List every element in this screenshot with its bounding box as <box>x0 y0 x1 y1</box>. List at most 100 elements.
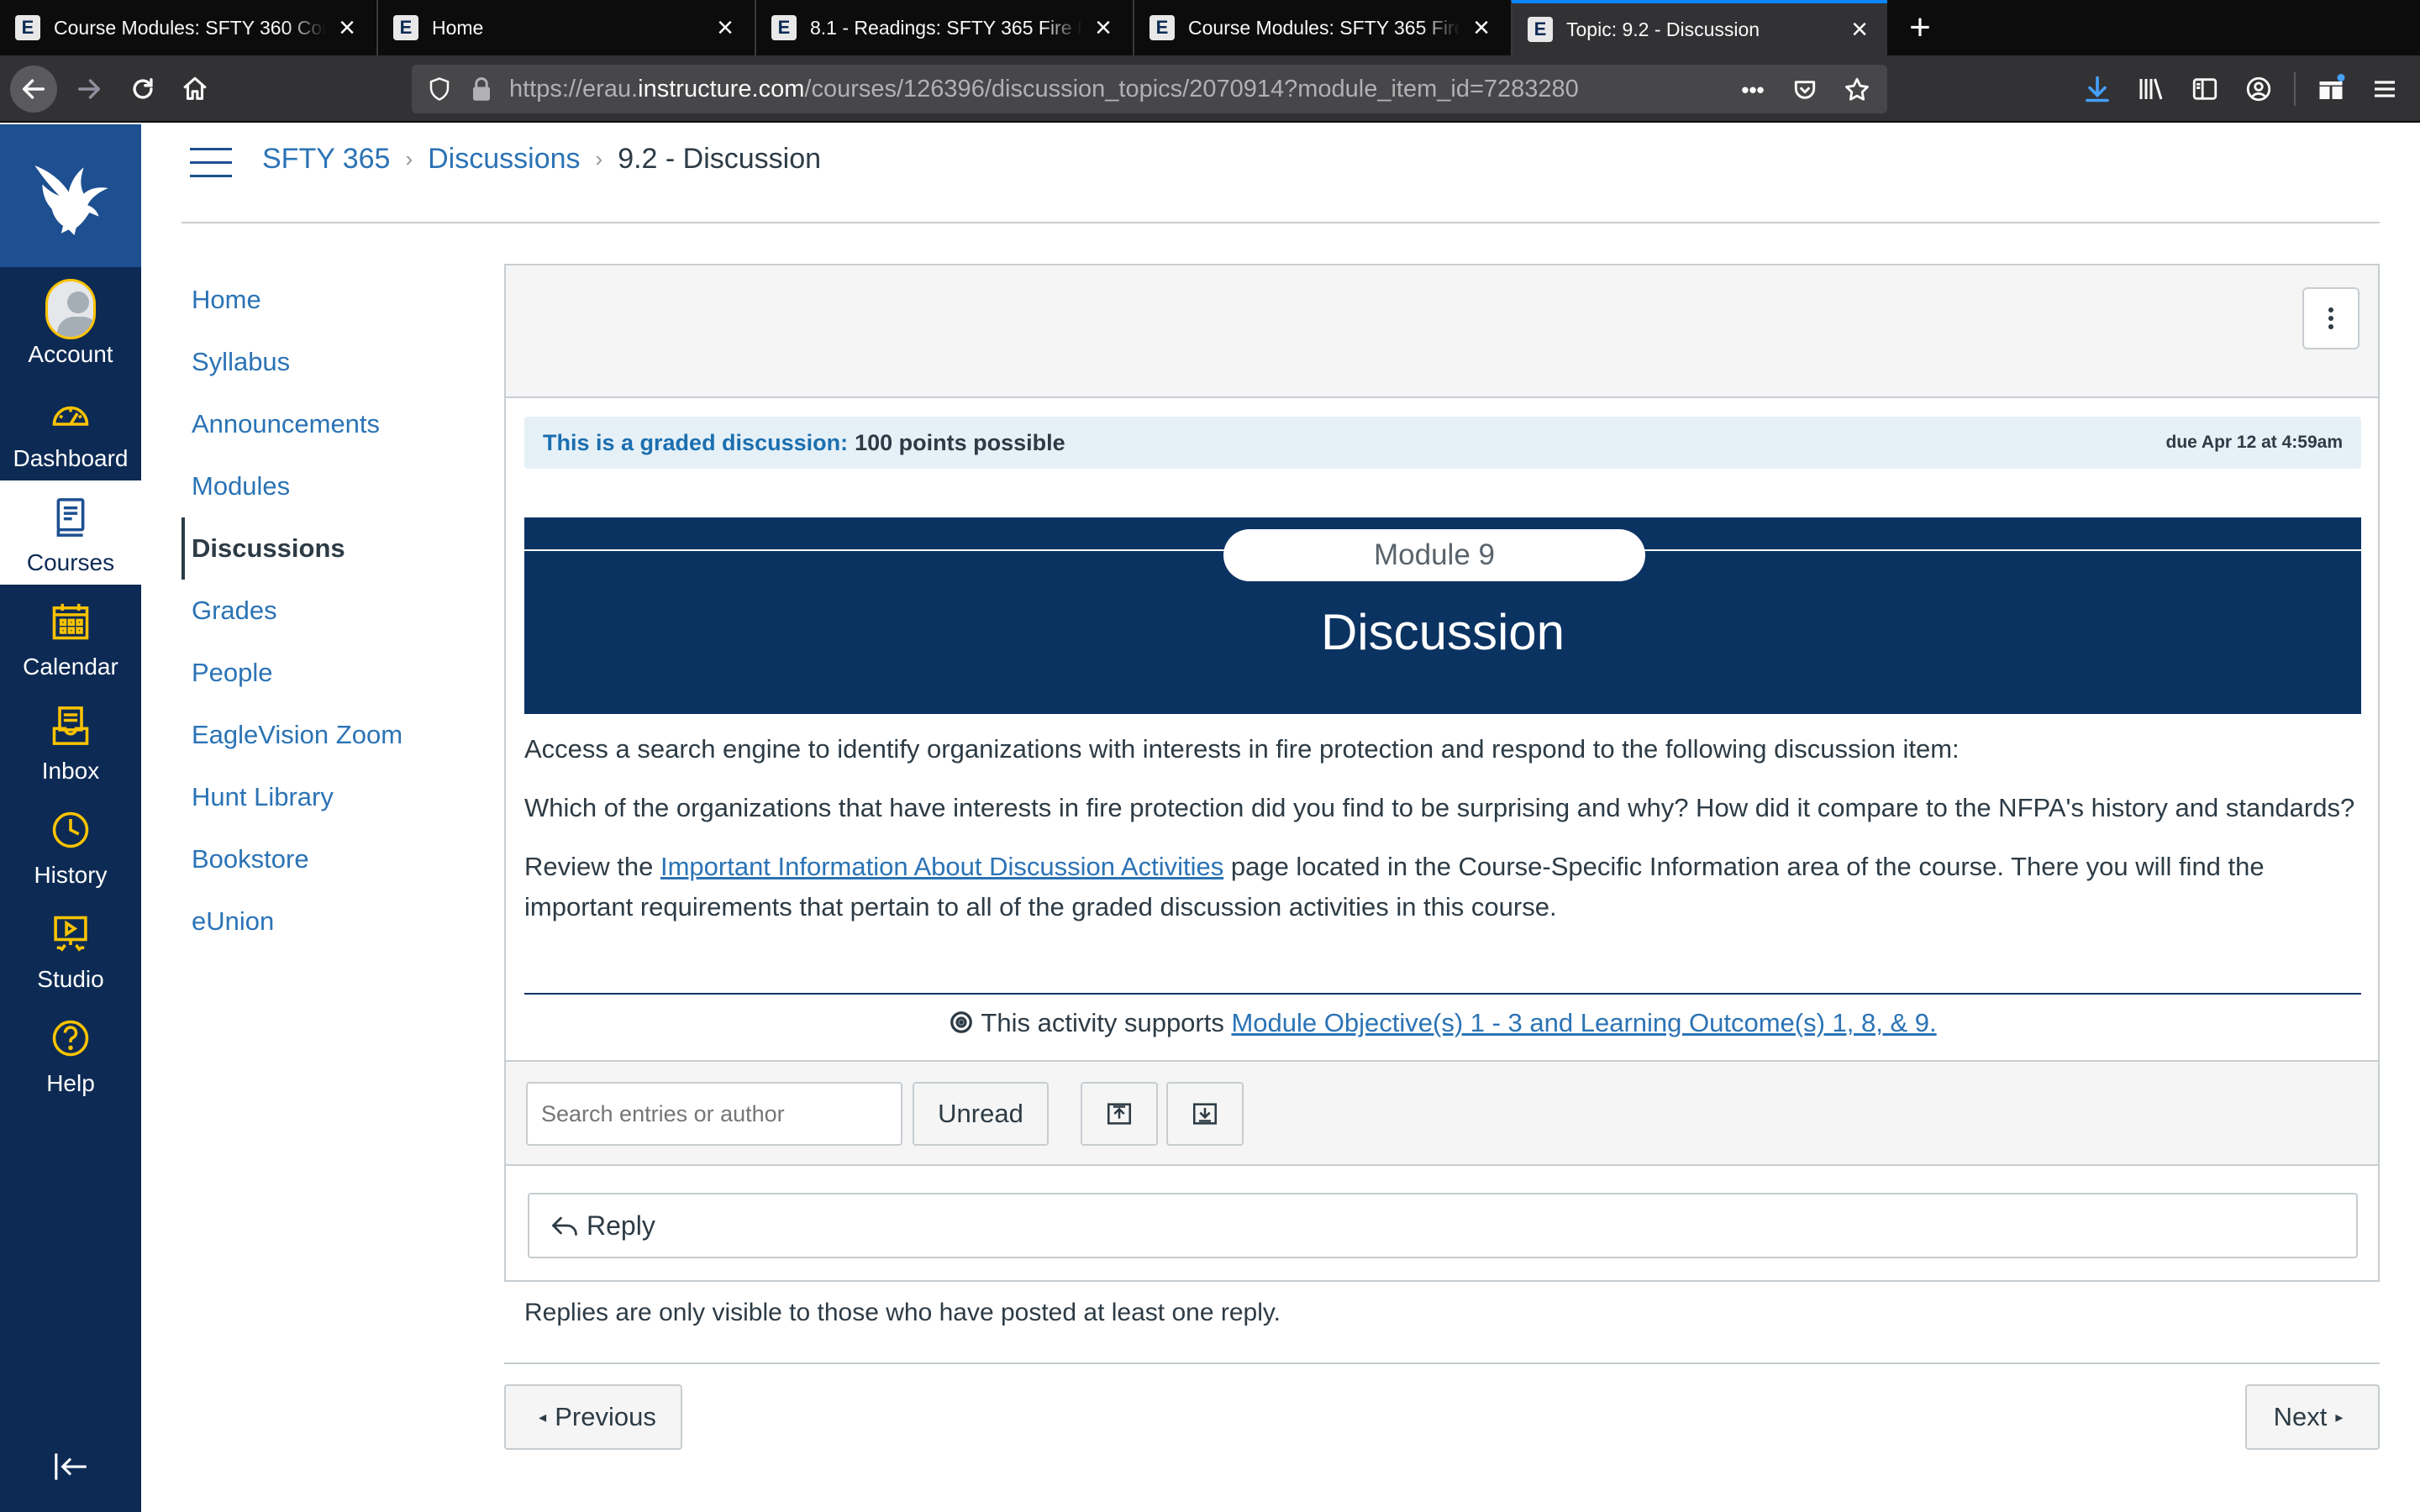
caret-left-icon: ◂ <box>539 1408 547 1425</box>
course-nav-home[interactable]: Home <box>182 269 484 331</box>
tab-title: Home <box>432 16 484 39</box>
global-nav-help[interactable]: Help <box>0 1001 141 1105</box>
back-arrow-icon[interactable] <box>10 66 57 113</box>
clock-icon <box>45 805 96 855</box>
global-nav-inbox[interactable]: Inbox <box>0 689 141 793</box>
close-tab-icon[interactable]: × <box>1469 12 1494 44</box>
erau-eagle-logo[interactable] <box>0 124 141 267</box>
search-entries-input[interactable] <box>526 1082 902 1146</box>
close-tab-icon[interactable]: × <box>713 12 738 44</box>
global-nav-label: Account <box>28 341 113 367</box>
browser-tab[interactable]: E Course Modules: SFTY 360 Con × <box>0 0 375 55</box>
objectives-link[interactable]: Module Objective(s) 1 - 3 and Learning O… <box>1231 1008 1936 1037</box>
page-actions-icon[interactable]: ••• <box>1738 75 1768 105</box>
discussion-question: Which of the organizations that have int… <box>524 793 2355 822</box>
expand-icon <box>1107 1103 1132 1125</box>
close-tab-icon[interactable]: × <box>1091 12 1116 44</box>
calendar-icon <box>45 596 96 647</box>
course-menu-toggle-icon[interactable] <box>190 148 232 178</box>
objective-note: This activity supports Module Objective(… <box>524 996 2361 1050</box>
tab-title: Topic: 9.2 - Discussion <box>1566 18 1760 40</box>
breadcrumb-separator: › <box>595 146 603 171</box>
home-icon[interactable] <box>171 66 218 113</box>
global-nav-label: Help <box>46 1070 95 1096</box>
collapse-all-button[interactable] <box>1166 1082 1244 1146</box>
discussion-topic: This is a graded discussion: 100 points … <box>504 264 2380 1282</box>
bookmark-star-icon[interactable] <box>1842 75 1872 105</box>
browser-tab-active[interactable]: E Topic: 9.2 - Discussion × <box>1511 0 1887 55</box>
graded-discussion-info: This is a graded discussion: 100 points … <box>524 417 2361 469</box>
browser-tab[interactable]: E 8.1 - Readings: SFTY 365 Fire P × <box>755 0 1131 55</box>
footer-divider <box>504 1362 2380 1364</box>
breadcrumb: SFTY 365 › Discussions › 9.2 - Discussio… <box>262 143 821 176</box>
global-nav-account[interactable]: Account <box>0 272 141 376</box>
global-nav-label: Courses <box>26 549 115 575</box>
global-nav-label: Calendar <box>23 654 118 680</box>
menu-hamburger-icon[interactable] <box>2366 71 2403 108</box>
due-date: due Apr 12 at 4:59am <box>2165 433 2343 452</box>
course-nav-hunt-library[interactable]: Hunt Library <box>182 766 484 828</box>
reply-arrow-icon <box>552 1216 577 1236</box>
global-nav-courses[interactable]: Courses <box>0 480 141 585</box>
pocket-icon[interactable] <box>1790 75 1820 105</box>
previous-button[interactable]: ◂ Previous <box>504 1384 682 1450</box>
reply-button[interactable]: Reply <box>528 1193 2358 1258</box>
studio-icon <box>45 909 96 959</box>
course-nav-modules[interactable]: Modules <box>182 455 484 517</box>
banner-title: Discussion <box>1320 604 1565 660</box>
more-options-icon[interactable] <box>2302 287 2360 349</box>
account-circle-icon[interactable] <box>2240 71 2277 108</box>
new-tab-plus-icon[interactable]: + <box>1901 7 1939 48</box>
library-icon[interactable] <box>2133 71 2170 108</box>
tab-title: 8.1 - Readings: SFTY 365 Fire P <box>810 16 1082 39</box>
discussion-toolbar: Unread <box>506 1060 2378 1166</box>
url-path: /courses/126396/discussion_topics/207091… <box>804 75 1579 102</box>
reply-label: Reply <box>587 1210 655 1241</box>
graded-label: This is a graded discussion: <box>543 429 849 455</box>
important-info-link[interactable]: Important Information About Discussion A… <box>660 852 1223 881</box>
global-nav-studio[interactable]: Studio <box>0 897 141 1001</box>
course-nav-eunion[interactable]: eUnion <box>182 890 484 953</box>
course-navigation: Home Syllabus Announcements Modules Disc… <box>182 269 484 953</box>
url-bar[interactable]: https://erau.instructure.com/courses/126… <box>412 65 1887 113</box>
canvas-favicon-icon: E <box>771 15 797 40</box>
url-prefix: https://erau. <box>509 75 639 102</box>
browser-tab[interactable]: E Course Modules: SFTY 365 Fire × <box>1133 0 1509 55</box>
collapse-icon <box>1192 1103 1218 1125</box>
course-nav-syllabus[interactable]: Syllabus <box>182 331 484 393</box>
global-nav-dashboard[interactable]: Dashboard <box>0 376 141 480</box>
breadcrumb-discussions-link[interactable]: Discussions <box>428 143 580 176</box>
close-tab-icon[interactable]: × <box>334 12 360 44</box>
global-nav-history[interactable]: History <box>0 793 141 897</box>
course-nav-people[interactable]: People <box>182 642 484 704</box>
discussion-paragraph: Access a search engine to identify organ… <box>524 734 1960 764</box>
course-nav-grades[interactable]: Grades <box>182 580 484 642</box>
expand-all-button[interactable] <box>1081 1082 1158 1146</box>
url-host: instructure.com <box>638 75 805 102</box>
sidebar-toggle-icon[interactable] <box>2186 71 2223 108</box>
forward-arrow-icon[interactable] <box>66 66 113 113</box>
unread-filter-button[interactable]: Unread <box>913 1082 1049 1146</box>
browser-tab[interactable]: E Home × <box>376 0 753 55</box>
inbox-icon <box>45 701 96 751</box>
courses-icon <box>45 492 96 543</box>
collapse-nav-icon[interactable] <box>44 1443 97 1490</box>
reload-icon[interactable] <box>119 66 166 113</box>
extensions-icon[interactable] <box>2312 71 2349 108</box>
close-tab-icon[interactable]: × <box>1847 13 1872 45</box>
lock-icon[interactable] <box>471 76 492 102</box>
course-nav-discussions[interactable]: Discussions <box>182 517 484 580</box>
next-button[interactable]: Next ▸ <box>2245 1384 2380 1450</box>
course-nav-eaglevision-zoom[interactable]: EagleVision Zoom <box>182 704 484 766</box>
tracking-shield-icon[interactable] <box>427 76 452 102</box>
course-nav-bookstore[interactable]: Bookstore <box>182 828 484 890</box>
module-pill: Module 9 <box>1223 529 1645 581</box>
breadcrumb-separator: › <box>405 146 413 171</box>
course-nav-announcements[interactable]: Announcements <box>182 393 484 455</box>
downloads-icon[interactable] <box>2079 71 2116 108</box>
target-icon <box>950 1011 973 1033</box>
dashboard-icon <box>45 388 96 438</box>
breadcrumb-course-link[interactable]: SFTY 365 <box>262 143 390 176</box>
global-nav-calendar[interactable]: Calendar <box>0 585 141 689</box>
url-text[interactable]: https://erau.instructure.com/courses/126… <box>509 76 1579 103</box>
